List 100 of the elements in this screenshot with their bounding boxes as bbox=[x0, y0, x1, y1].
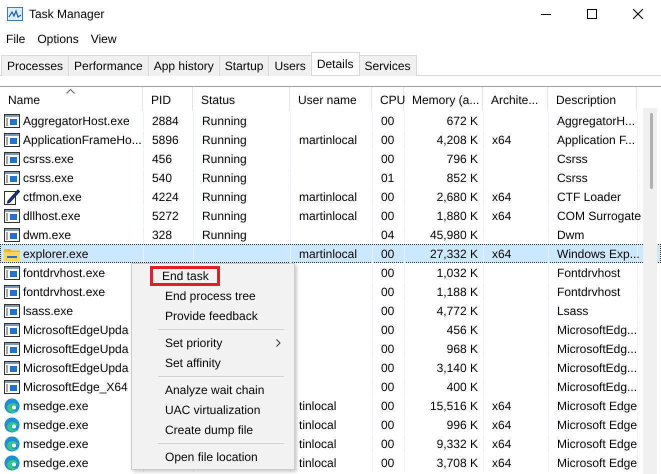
table-cell-text: Microsoft Edge bbox=[557, 455, 638, 472]
column-header[interactable]: CPU bbox=[372, 87, 404, 111]
table-row[interactable]: ApplicationFrameHo... 5896 Running martinlocal 00 4,208 K x64 Application F... bbox=[0, 130, 661, 149]
tab[interactable]: Services bbox=[358, 55, 417, 76]
table-cell-text: 328 bbox=[152, 227, 172, 244]
application-icon bbox=[4, 228, 20, 242]
table-cell-text: csrss.exe bbox=[23, 170, 74, 187]
tab[interactable]: Users bbox=[268, 55, 312, 76]
table-cell-text: COM Surrogate bbox=[557, 208, 642, 225]
table-cell-text: 4224 bbox=[152, 189, 179, 206]
table-row[interactable]: csrss.exe 456 Running 00 796 K Csrss bbox=[0, 149, 661, 168]
menu-item[interactable]: View bbox=[84, 30, 122, 48]
table-cell-text: 3,708 K bbox=[436, 455, 478, 472]
table-cell-text: AggregatorH... bbox=[557, 113, 636, 130]
table-cell-text: x64 bbox=[492, 189, 512, 206]
menu-item[interactable]: Create dump file bbox=[134, 420, 292, 440]
table-cell-text: 45,980 K bbox=[430, 227, 478, 244]
browser-icon bbox=[4, 417, 20, 433]
column-header[interactable]: Status bbox=[193, 87, 290, 111]
table-cell-text: tinlocal bbox=[299, 417, 336, 434]
column-header[interactable]: PID bbox=[143, 87, 193, 111]
menu-item[interactable]: Analyze wait chain bbox=[134, 380, 292, 400]
menu-item[interactable]: Set affinity bbox=[134, 353, 292, 373]
tab[interactable]: Performance bbox=[68, 55, 149, 76]
table-cell-text: msedge.exe bbox=[23, 436, 88, 453]
tab[interactable]: Processes bbox=[1, 55, 70, 76]
table-cell-text: MicrosoftEdgeUpda bbox=[23, 322, 128, 339]
folder-icon bbox=[4, 247, 20, 261]
tab[interactable]: Startup bbox=[218, 55, 270, 76]
table-row[interactable]: ctfmon.exe 4224 Running martinlocal 00 2,680 K x64 CTF Loader bbox=[0, 187, 661, 206]
table-cell-text: 1,188 K bbox=[436, 284, 478, 301]
column-header[interactable]: Archite... bbox=[483, 87, 548, 111]
application-icon bbox=[4, 342, 20, 356]
menu-item[interactable]: Options bbox=[31, 30, 85, 48]
table-cell-text: Microsoft Edge bbox=[557, 417, 638, 434]
table-cell-text: x64 bbox=[492, 436, 512, 453]
table-cell-text: Csrss bbox=[557, 170, 588, 187]
application-icon bbox=[4, 152, 20, 166]
table-row[interactable]: dllhost.exe 5272 Running martinlocal 00 1,880 K x64 COM Surrogate bbox=[0, 206, 661, 225]
window-title: Task Manager bbox=[29, 6, 104, 23]
table-row[interactable]: csrss.exe 540 Running 01 852 K Csrss bbox=[0, 168, 661, 187]
table-cell-text: 15,516 K bbox=[430, 398, 478, 415]
table-cell-text: martinlocal bbox=[299, 132, 358, 149]
table-cell-text: 00 bbox=[381, 417, 394, 434]
menu-item[interactable]: UAC virtualization bbox=[134, 400, 292, 420]
table-cell-text: ApplicationFrameHo... bbox=[23, 132, 142, 149]
table-cell-text: tinlocal bbox=[299, 455, 336, 472]
table-cell-text: 00 bbox=[381, 246, 394, 263]
table-cell-text: x64 bbox=[492, 246, 512, 263]
table-cell-text: 04 bbox=[381, 227, 394, 244]
table-cell-text: msedge.exe bbox=[23, 398, 88, 415]
table-cell-text: fontdrvhost.exe bbox=[23, 265, 106, 282]
table-cell-text: x64 bbox=[492, 208, 512, 225]
table-cell-text: 2884 bbox=[152, 113, 179, 130]
table-cell-text: 968 K bbox=[446, 341, 478, 358]
table-cell-text: 456 bbox=[152, 151, 172, 168]
menu-item[interactable]: End task bbox=[150, 266, 220, 286]
menu-item[interactable]: End process tree bbox=[134, 286, 292, 306]
menu-item[interactable]: File bbox=[0, 30, 32, 48]
table-row[interactable]: explorer.exe martinlocal 00 27,332 K x64 Windows Exp... bbox=[0, 244, 661, 263]
table-cell-text: martinlocal bbox=[299, 189, 358, 206]
table-cell-text: MicrosoftEdg... bbox=[557, 322, 638, 339]
table-cell-text: dllhost.exe bbox=[23, 208, 80, 225]
table-cell-text: Csrss bbox=[557, 151, 588, 168]
table-cell-text: MicrosoftEdg... bbox=[557, 379, 638, 396]
column-header[interactable]: Name bbox=[0, 87, 143, 111]
table-cell-text: MicrosoftEdgeUpda bbox=[23, 360, 128, 377]
scrollbar[interactable] bbox=[643, 108, 657, 474]
table-cell-text: Running bbox=[202, 208, 247, 225]
column-header[interactable]: Description bbox=[548, 87, 637, 111]
table-cell-text: Microsoft Edge bbox=[557, 436, 638, 453]
table-cell-text: 00 bbox=[381, 303, 394, 320]
table-cell-text: 00 bbox=[381, 265, 394, 282]
menu-item[interactable]: Provide feedback bbox=[134, 306, 292, 326]
table-cell-text: 00 bbox=[381, 379, 394, 396]
table-cell-text: MicrosoftEdg... bbox=[557, 341, 638, 358]
table-row[interactable]: AggregatorHost.exe 2884 Running 00 672 K AggregatorH... bbox=[0, 111, 661, 130]
table-cell-text: 796 K bbox=[446, 151, 478, 168]
table-cell-text: ctfmon.exe bbox=[23, 189, 82, 206]
table-cell-text: 00 bbox=[381, 132, 394, 149]
table-cell-text: tinlocal bbox=[299, 398, 336, 415]
table-cell-text: 852 K bbox=[446, 170, 478, 187]
table-cell-text: 00 bbox=[381, 284, 394, 301]
scrollbar-thumb[interactable] bbox=[650, 113, 653, 189]
table-cell-text: x64 bbox=[492, 455, 512, 472]
column-header[interactable]: Memory (a... bbox=[404, 87, 483, 111]
table-cell-text: Microsoft Edge bbox=[557, 398, 638, 415]
table-cell-text: 27,332 K bbox=[430, 246, 478, 263]
tab[interactable]: App history bbox=[148, 55, 220, 76]
menu-item[interactable]: Open file location bbox=[134, 447, 292, 467]
table-cell-text: CTF Loader bbox=[557, 189, 622, 206]
menu-item[interactable]: Set priority bbox=[134, 333, 292, 353]
table-cell-text: 672 K bbox=[446, 113, 478, 130]
table-cell-text: 00 bbox=[381, 113, 394, 130]
table-cell-text: dwm.exe bbox=[23, 227, 72, 244]
table-cell-text: Application F... bbox=[557, 132, 636, 149]
application-icon bbox=[4, 361, 20, 375]
table-cell-text: Running bbox=[202, 132, 247, 149]
table-cell-text: Fontdrvhost bbox=[557, 265, 620, 282]
column-header[interactable]: User name bbox=[290, 87, 372, 111]
